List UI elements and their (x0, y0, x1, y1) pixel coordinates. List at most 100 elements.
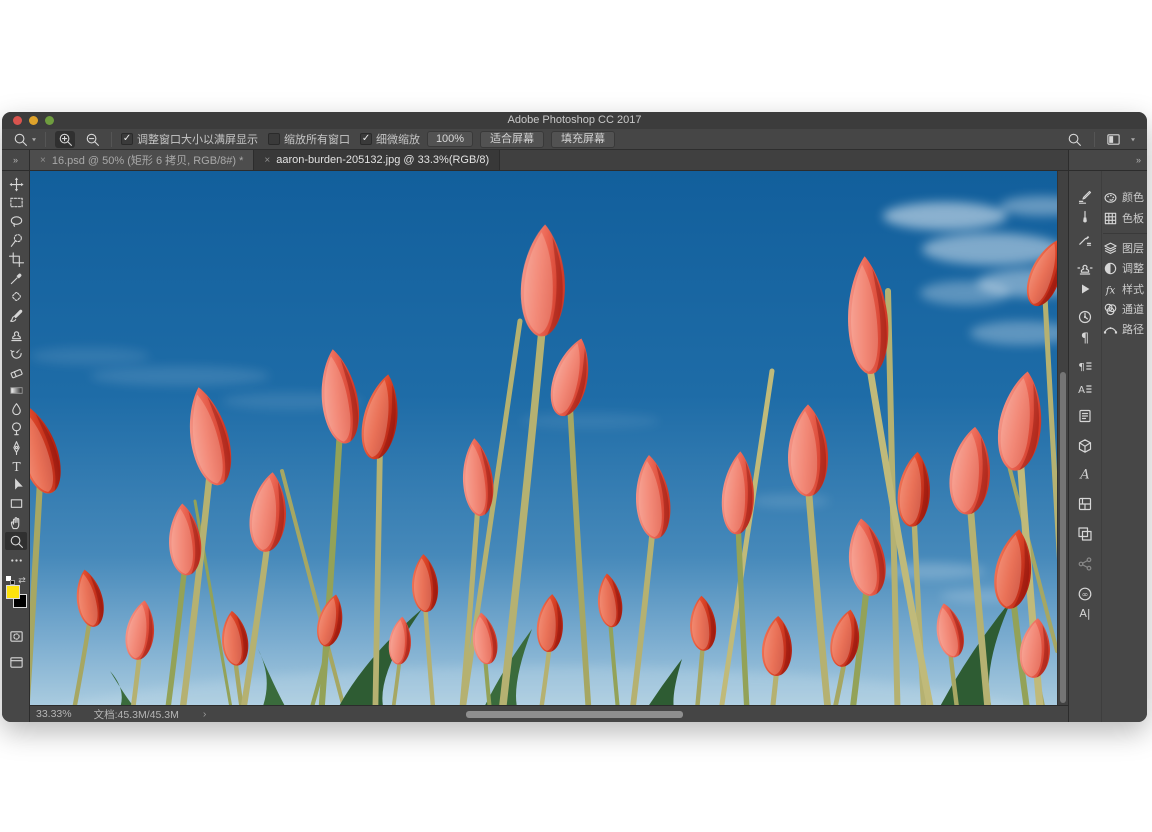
separator (111, 131, 113, 147)
eyedropper-tool[interactable] (5, 269, 27, 287)
tool-options-bar: ▾ ✓ 调整窗口大小以满屏显示 缩放所有窗口 ✓ 细微缩放 100% 适合屏幕 填充屏幕… (2, 129, 1147, 150)
photoshop-window: Adobe Photoshop CC 2017 ▾ ✓ 调整窗口大小以满屏显示 缩放… (2, 112, 1147, 722)
default-colors-icon[interactable] (6, 575, 16, 585)
brush-tool[interactable] (5, 307, 27, 325)
blur-tool[interactable] (5, 401, 27, 419)
screen-mode-button[interactable] (5, 653, 27, 671)
clone-stamp-tool[interactable] (5, 325, 27, 343)
panel-icon-glyphs[interactable] (1069, 464, 1101, 484)
swatches-panel-icon (1103, 211, 1118, 226)
color-panel-icon (1103, 190, 1118, 205)
panel-label: 通道 (1122, 304, 1144, 316)
eraser-tool[interactable] (5, 363, 27, 381)
dodge-tool[interactable] (5, 419, 27, 437)
zoom-in-button[interactable] (55, 130, 76, 148)
path-selection-tool[interactable] (5, 476, 27, 494)
panel-label: 样式 (1122, 284, 1144, 296)
fill-screen-button[interactable]: 填充屏幕 (551, 130, 616, 148)
panel-icon-artboards[interactable] (1069, 524, 1101, 544)
checkbox[interactable]: ✓ (360, 133, 373, 145)
panel-label: 调整 (1122, 263, 1144, 275)
pen-tool[interactable] (5, 438, 27, 456)
document-canvas[interactable] (20, 171, 1087, 722)
rectangle-shape-tool[interactable] (5, 495, 27, 513)
checkbox[interactable] (268, 133, 281, 145)
zoom-out-button[interactable] (82, 131, 102, 148)
panel-icon-character[interactable] (1069, 603, 1101, 623)
document-tab[interactable]: × aaron-burden-205132.jpg @ 33.3%(RGB/8) (254, 150, 501, 170)
edit-toolbar-tool[interactable] (5, 551, 27, 569)
panel-icon-paragraph-styles[interactable] (1069, 356, 1101, 376)
tab-title: aaron-burden-205132.jpg @ 33.3%(RGB/8) (276, 154, 490, 166)
panel-icon-libraries[interactable] (1069, 494, 1101, 514)
tab-close-icon[interactable]: × (40, 155, 46, 166)
spot-healing-brush-tool[interactable] (5, 288, 27, 306)
foreground-color-swatch[interactable] (6, 585, 20, 599)
rectangular-marquee-tool[interactable] (5, 194, 27, 212)
panel-tab-swatches[interactable]: 色板 (1103, 208, 1147, 228)
search-icon[interactable] (1065, 131, 1085, 148)
panel-dock: 颜色色板图层调整样式通道路径 (1068, 171, 1147, 722)
lasso-tool[interactable] (5, 213, 27, 231)
toolbar-expand-chevron[interactable]: » (2, 150, 30, 170)
layers-panel-icon (1103, 241, 1118, 256)
tab-title: 16.psd @ 50% (矩形 6 拷贝, RGB/8#) * (51, 155, 244, 167)
panel-tab-styles[interactable]: 样式 (1103, 279, 1147, 299)
panel-tab-layers[interactable]: 图层 (1103, 238, 1147, 258)
panel-icon-creative-cloud[interactable] (1069, 584, 1101, 604)
hand-tool[interactable] (5, 513, 27, 531)
gradient-tool[interactable] (5, 382, 27, 400)
checkbox-label: 细微缩放 (376, 134, 421, 146)
panel-tab-paths[interactable]: 路径 (1103, 319, 1147, 339)
tab-close-icon[interactable]: × (264, 155, 270, 166)
swap-colors-icon[interactable]: ⇄ (18, 575, 26, 586)
panel-icon-clone-source[interactable] (1069, 258, 1101, 278)
panel-icon-timeline[interactable] (1069, 307, 1101, 327)
panel-label: 图层 (1122, 243, 1144, 255)
current-tool-well[interactable]: ▾ (10, 131, 36, 148)
title-bar: Adobe Photoshop CC 2017 (2, 112, 1147, 129)
panel-icon-share[interactable] (1069, 554, 1101, 574)
panel-tab-channels[interactable]: 通道 (1103, 299, 1147, 319)
panel-tab-adjustments[interactable]: 调整 (1103, 258, 1147, 278)
panel-collapse-chevron[interactable]: » (1068, 150, 1147, 170)
document-tab[interactable]: × 16.psd @ 50% (矩形 6 拷贝, RGB/8#) * (30, 150, 255, 170)
vertical-scrollbar-thumb[interactable] (1060, 372, 1066, 703)
panel-icon-brush-presets[interactable] (1069, 208, 1101, 228)
history-brush-tool[interactable] (5, 344, 27, 362)
horizontal-scrollbar-thumb[interactable] (466, 711, 683, 718)
type-tool[interactable] (5, 457, 27, 475)
status-chevron[interactable]: › (203, 708, 207, 720)
checkbox[interactable]: ✓ (121, 133, 134, 145)
crop-tool[interactable] (5, 250, 27, 268)
canvas-row (20, 171, 1087, 722)
status-zoom-level[interactable]: 33.33% (36, 708, 72, 720)
panel-icon-character-styles[interactable] (1069, 379, 1101, 399)
panel-icon-tool-presets[interactable] (1069, 229, 1101, 249)
panel-icon-paragraph[interactable] (1069, 328, 1101, 348)
panel-label: 颜色 (1122, 192, 1144, 204)
panel-icon-brush-settings[interactable] (1069, 187, 1101, 207)
panel-icon-3d[interactable] (1069, 436, 1101, 456)
dock-column-separator (1101, 171, 1102, 722)
main-area: ⇄ 33.33% 文档:45.3M/45.3M › 颜色色板图层调整样式通道路径 (2, 171, 1147, 722)
status-bar: 33.33% 文档:45.3M/45.3M › (30, 705, 1068, 722)
styles-panel-icon (1103, 282, 1118, 297)
tulip-photo (20, 171, 1087, 722)
zoom-tool-icon (10, 131, 30, 148)
move-tool[interactable] (5, 175, 27, 193)
vertical-scrollbar[interactable] (1057, 171, 1068, 705)
workspace-switcher-icon[interactable] (1104, 131, 1124, 148)
adjustments-panel-icon (1103, 261, 1118, 276)
panel-group-separator (1103, 233, 1147, 234)
panel-icon-notes[interactable] (1069, 406, 1101, 426)
quick-mask-button[interactable] (5, 627, 27, 645)
panel-icon-actions[interactable] (1069, 279, 1101, 299)
chevron-down-icon: ▾ (1130, 135, 1135, 143)
zoom-tool[interactable] (5, 532, 27, 551)
document-area: 33.33% 文档:45.3M/45.3M › (20, 171, 1087, 722)
panel-tab-color[interactable]: 颜色 (1103, 187, 1147, 207)
zoom-percent-field[interactable]: 100% (427, 131, 474, 147)
quick-selection-tool[interactable] (5, 231, 27, 249)
fit-screen-button[interactable]: 适合屏幕 (480, 130, 545, 148)
